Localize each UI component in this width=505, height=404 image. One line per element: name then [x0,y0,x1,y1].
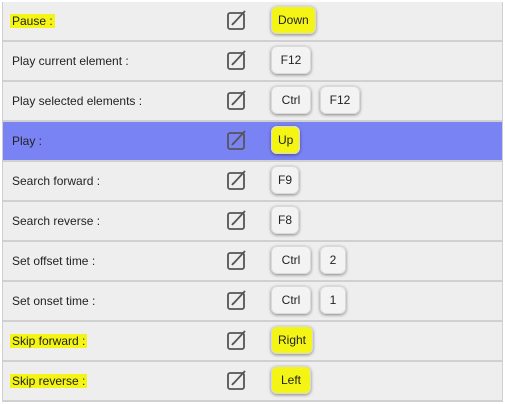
shortcut-row[interactable]: Play current element : F12 [3,42,502,82]
key-badge[interactable]: Ctrl [271,286,311,314]
key-badge[interactable]: Ctrl [271,246,311,274]
edit-pencil-icon[interactable] [226,209,248,231]
edit-pencil-icon[interactable] [226,169,248,191]
shortcut-keys: Ctrl 2 [271,246,346,274]
shortcut-action-label: Play selected elements : [12,94,143,108]
shortcut-action-label: Play current element : [12,54,129,68]
shortcut-action-label: Search forward : [12,174,101,188]
edit-pencil-icon[interactable] [226,49,248,71]
key-badge[interactable]: 2 [320,246,346,274]
shortcut-keys: Ctrl F12 [271,86,360,114]
edit-pencil-icon[interactable] [226,89,248,111]
key-badge[interactable]: Down [271,6,316,34]
shortcut-row[interactable]: Search reverse : F8 [3,202,502,242]
shortcut-keys: Left [271,366,311,394]
shortcut-row[interactable]: Pause : Down [3,2,502,42]
shortcut-keys: F8 [271,206,300,234]
shortcut-action-label: Skip reverse : [10,374,88,388]
shortcut-row[interactable]: Set onset time : Ctrl 1 [3,282,502,322]
shortcut-keys: F9 [271,166,300,194]
shortcut-list: Pause : Down Play current element : F12 Play… [2,2,503,402]
shortcut-action-label: Skip forward : [10,334,88,348]
edit-pencil-icon[interactable] [226,329,248,351]
shortcut-keys: F12 [271,46,311,74]
edit-pencil-icon[interactable] [226,289,248,311]
edit-pencil-icon[interactable] [226,249,248,271]
key-badge[interactable]: Ctrl [271,86,311,114]
shortcut-action-label: Set offset time : [12,254,96,268]
shortcut-row[interactable]: Skip forward : Right [3,322,502,362]
shortcut-row[interactable]: Play selected elements : Ctrl F12 [3,82,502,122]
edit-pencil-icon[interactable] [226,129,248,151]
shortcut-row[interactable]: Set offset time : Ctrl 2 [3,242,502,282]
key-badge[interactable]: Up [271,126,301,154]
shortcut-row[interactable]: Play : Up [3,122,502,162]
key-badge[interactable]: F9 [271,166,300,194]
key-badge[interactable]: 1 [320,286,346,314]
shortcut-keys: Down [271,6,316,34]
edit-pencil-icon[interactable] [226,9,248,31]
key-badge[interactable]: F8 [271,206,300,234]
edit-pencil-icon[interactable] [226,369,248,391]
shortcut-keys: Up [271,126,301,154]
key-badge[interactable]: Right [271,326,314,354]
key-badge[interactable]: F12 [320,86,360,114]
shortcut-keys: Right [271,326,314,354]
shortcut-row[interactable]: Search forward : F9 [3,162,502,202]
shortcut-keys: Ctrl 1 [271,286,346,314]
shortcut-action-label: Pause : [10,14,55,28]
shortcut-action-label: Play : [12,134,43,148]
key-badge[interactable]: Left [271,366,311,394]
shortcut-action-label: Search reverse : [12,214,101,228]
shortcut-row[interactable]: Skip reverse : Left [3,362,502,402]
key-badge[interactable]: F12 [271,46,311,74]
shortcut-action-label: Set onset time : [12,294,96,308]
